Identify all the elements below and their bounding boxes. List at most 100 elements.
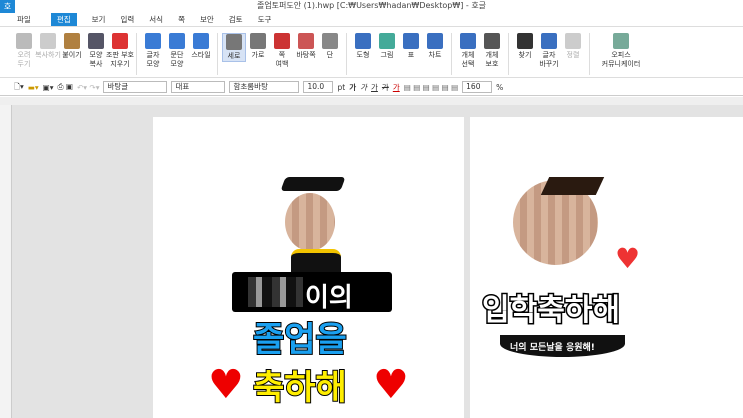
ribbon-button-1[interactable]: 복사하기 bbox=[35, 33, 61, 60]
menu-security[interactable]: 보안 bbox=[200, 14, 214, 25]
ribbon-label: 글자 바꾸기 bbox=[539, 51, 559, 68]
font-color-button[interactable]: 가 bbox=[393, 82, 400, 93]
menu-review[interactable]: 검토 bbox=[229, 14, 243, 25]
ribbon-icon-8 bbox=[226, 34, 242, 50]
ribbon-button-2[interactable]: 붙이기 bbox=[60, 33, 84, 60]
print-icon[interactable]: ⎙ ▣ bbox=[58, 82, 73, 92]
ribbon-button-6[interactable]: 문단 모양 bbox=[165, 33, 189, 69]
ribbon-icon-16 bbox=[427, 33, 443, 49]
ribbon-button-16[interactable]: 차트 bbox=[423, 33, 447, 60]
menu-edit[interactable]: 편집 bbox=[50, 13, 77, 26]
ribbon-label: 세로 bbox=[227, 52, 241, 60]
ribbon-label: 바탕쪽 bbox=[296, 51, 316, 59]
separator bbox=[217, 33, 218, 75]
page-1[interactable]: 이의 졸업을 ♥ 축하해 ♥ bbox=[153, 117, 464, 418]
ribbon-button-17[interactable]: 개체 선택 bbox=[456, 33, 480, 69]
align-buttons[interactable]: ▤ ▤ ▤ ▤ ▤ ▤ bbox=[404, 83, 458, 92]
ribbon-label: 스타일 bbox=[191, 51, 211, 59]
app-logo[interactable]: 호 bbox=[0, 0, 15, 13]
font-size-unit[interactable]: pt bbox=[337, 83, 345, 92]
ribbon-button-8[interactable]: 세로 bbox=[222, 33, 246, 62]
ribbon-button-22[interactable]: 오피스 커뮤니케이터 bbox=[594, 33, 648, 69]
ribbon-button-15[interactable]: 표 bbox=[399, 33, 423, 60]
ribbon-button-14[interactable]: 그림 bbox=[375, 33, 399, 60]
ribbon-button-21[interactable]: 정렬 bbox=[561, 33, 585, 60]
menu-tools[interactable]: 도구 bbox=[258, 14, 272, 25]
font-size-input[interactable]: 10.0 bbox=[303, 81, 334, 93]
ribbon-button-9[interactable]: 가로 bbox=[246, 33, 270, 60]
style-select[interactable]: 바탕글 bbox=[103, 81, 168, 93]
strike-button[interactable]: 가 bbox=[382, 82, 389, 93]
heart-left-icon: ♥ bbox=[208, 362, 244, 408]
separator bbox=[589, 33, 590, 75]
document-area: 이의 졸업을 ♥ 축하해 ♥ ♥ 입학축하해 너의 모든날을 응원해! bbox=[0, 97, 743, 418]
language-select[interactable]: 대표 bbox=[171, 81, 226, 93]
separator bbox=[451, 33, 452, 75]
ribbon-label: 조판 부호 지우기 bbox=[106, 51, 134, 68]
ribbon-icon-1 bbox=[40, 33, 56, 49]
ribbon-icon-3 bbox=[88, 33, 104, 49]
ribbon-button-12[interactable]: 단 bbox=[318, 33, 342, 60]
vertical-ruler bbox=[0, 105, 12, 418]
ribbon-icon-21 bbox=[565, 33, 581, 49]
zoom-input[interactable]: 160 bbox=[462, 81, 493, 93]
ribbon-button-10[interactable]: 쪽 여백 bbox=[270, 33, 294, 69]
ribbon-button-0[interactable]: 오려 두기 bbox=[12, 33, 36, 69]
sticker2-banner-text: 너의 모든날을 응원해! bbox=[510, 343, 595, 353]
ribbon-icon-19 bbox=[517, 33, 533, 49]
ribbon-button-5[interactable]: 글자 모양 bbox=[141, 33, 165, 69]
ribbon-button-18[interactable]: 개체 보호 bbox=[480, 33, 504, 69]
ribbon-button-11[interactable]: 바탕쪽 bbox=[294, 33, 318, 60]
page-2[interactable]: ♥ 입학축하해 너의 모든날을 응원해! bbox=[470, 117, 743, 418]
sticker-line-2: 졸업을 bbox=[252, 319, 348, 361]
ribbon-button-20[interactable]: 글자 바꾸기 bbox=[537, 33, 561, 69]
menu-page[interactable]: 쪽 bbox=[178, 14, 185, 25]
save-icon[interactable]: ▣▾ bbox=[43, 83, 54, 92]
ribbon-icon-12 bbox=[322, 33, 338, 49]
menu-view[interactable]: 보기 bbox=[92, 14, 106, 25]
ribbon-icon-22 bbox=[613, 33, 629, 49]
title-bar: 졸업토퍼도안 (1).hwp [C:₩Users₩hadan₩Desktop₩]… bbox=[0, 0, 743, 13]
ribbon-label: 정렬 bbox=[566, 51, 580, 59]
graduation-cap-icon bbox=[280, 177, 346, 191]
heart-icon: ♥ bbox=[615, 242, 641, 275]
bold-button[interactable]: 가 bbox=[349, 82, 356, 93]
ribbon-icon-17 bbox=[460, 33, 476, 49]
ribbon-icon-14 bbox=[379, 33, 395, 49]
ribbon-icon-10 bbox=[274, 33, 290, 49]
font-select[interactable]: 함초롬바탕 bbox=[229, 81, 300, 93]
blurred-face bbox=[285, 193, 335, 251]
ribbon-button-13[interactable]: 도형 bbox=[351, 33, 375, 60]
ribbon-button-7[interactable]: 스타일 bbox=[189, 33, 213, 60]
menu-file[interactable]: 파일 bbox=[17, 14, 31, 25]
sticker-line-3: 축하해 bbox=[252, 367, 348, 409]
blurred-name bbox=[248, 277, 303, 307]
ribbon-button-19[interactable]: 찾기 bbox=[513, 33, 537, 60]
ribbon-icon-20 bbox=[541, 33, 557, 49]
ribbon-icon-11 bbox=[298, 33, 314, 49]
ribbon-label: 개체 보호 bbox=[485, 51, 499, 68]
ribbon-label: 모양 복사 bbox=[89, 51, 103, 68]
name-suffix: 이의 bbox=[305, 283, 353, 313]
italic-button[interactable]: 가 bbox=[360, 82, 367, 93]
undo-icon[interactable]: ↶▾ ↷▾ bbox=[77, 83, 99, 92]
ribbon-label: 개체 선택 bbox=[461, 51, 475, 68]
ribbon-label: 문단 모양 bbox=[170, 51, 184, 68]
underline-button[interactable]: 가 bbox=[371, 82, 378, 93]
heart-right-icon: ♥ bbox=[373, 362, 409, 408]
ribbon-label: 오려 두기 bbox=[17, 51, 31, 68]
separator bbox=[508, 33, 509, 75]
ribbon-label: 복사하기 bbox=[35, 51, 61, 59]
window-title: 졸업토퍼도안 (1).hwp [C:₩Users₩hadan₩Desktop₩]… bbox=[256, 1, 487, 10]
open-icon[interactable]: ▬▾ bbox=[28, 83, 39, 92]
zoom-unit[interactable]: % bbox=[496, 83, 503, 92]
ribbon-button-3[interactable]: 모양 복사 bbox=[84, 33, 108, 69]
ribbon-icon-6 bbox=[169, 33, 185, 49]
ribbon-icon-5 bbox=[145, 33, 161, 49]
new-doc-icon[interactable]: 🗋▾ bbox=[14, 81, 24, 94]
menu-insert[interactable]: 입력 bbox=[120, 14, 134, 25]
horizontal-ruler bbox=[0, 97, 743, 105]
ribbon-button-4[interactable]: 조판 부호 지우기 bbox=[106, 33, 134, 69]
menu-format[interactable]: 서식 bbox=[149, 14, 163, 25]
sticker2-title: 입학축하해 bbox=[481, 292, 622, 330]
